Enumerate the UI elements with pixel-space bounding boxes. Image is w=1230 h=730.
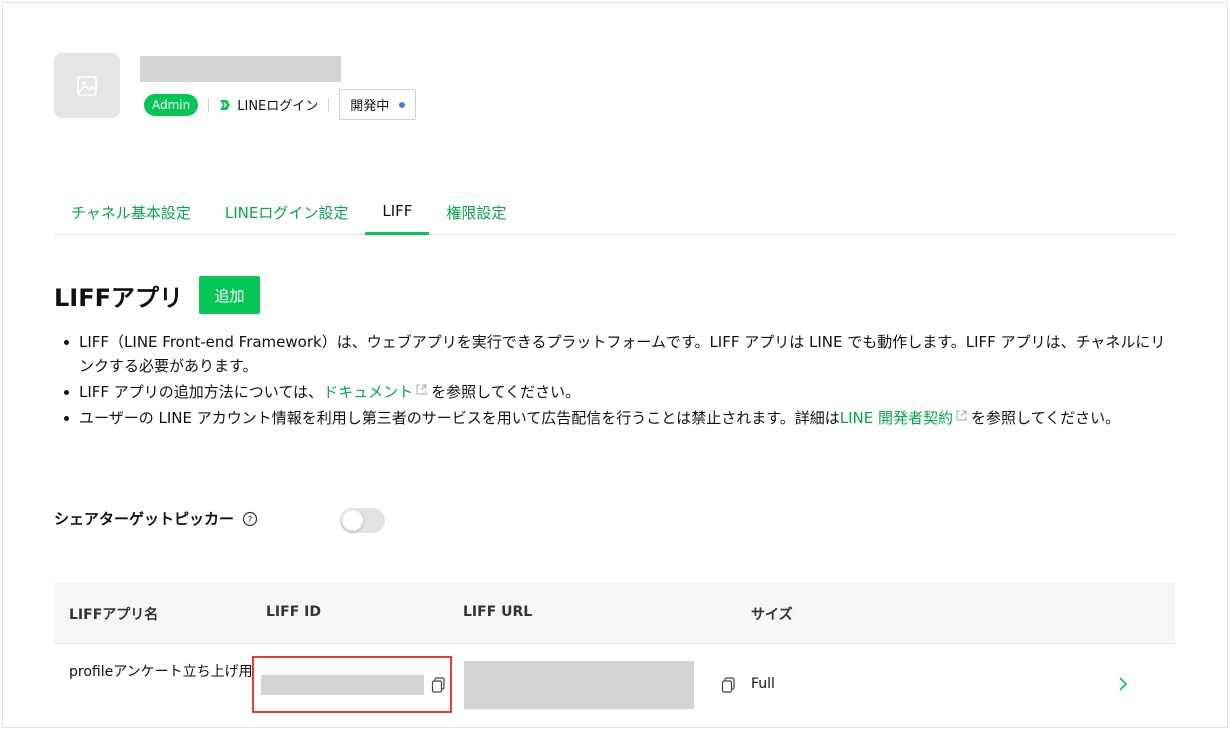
column-header-url: LIFF URL bbox=[463, 604, 533, 620]
tab-basic-settings[interactable]: チャネル基本設定 bbox=[54, 190, 208, 235]
divider bbox=[208, 97, 210, 112]
tab-permissions[interactable]: 権限設定 bbox=[429, 190, 523, 235]
channel-name-redacted bbox=[140, 56, 341, 82]
share-target-picker-label: シェアターゲットピッカー bbox=[54, 510, 235, 528]
note-text: LIFF アプリの追加方法については、 bbox=[79, 383, 324, 401]
column-header-name: LIFFアプリ名 bbox=[69, 607, 159, 623]
liff-app-name: profileアンケート立ち上げ用 bbox=[69, 664, 253, 680]
liff-id-redacted bbox=[261, 675, 424, 695]
note-text: LIFF（LINE Front-end Framework）は、ウェブアプリを実… bbox=[79, 333, 1166, 375]
add-liff-button[interactable]: 追加 bbox=[199, 276, 260, 314]
developer-agreement-link[interactable]: LINE 開発者契約 bbox=[840, 409, 953, 427]
external-link-icon bbox=[416, 384, 427, 395]
liff-table-header: LIFFアプリ名 LIFF ID LIFF URL サイズ bbox=[54, 583, 1175, 644]
liff-id-highlight bbox=[252, 656, 452, 713]
status-dot bbox=[399, 101, 406, 108]
table-row[interactable]: profileアンケート立ち上げ用 Full bbox=[54, 645, 1175, 729]
toggle-knob bbox=[342, 510, 363, 531]
svg-text:?: ? bbox=[248, 515, 253, 525]
help-icon[interactable]: ? bbox=[242, 511, 258, 527]
status-label: 開発中 bbox=[350, 99, 390, 114]
note-text: を参照してください。 bbox=[971, 409, 1121, 427]
channel-type-label: LINEログイン bbox=[237, 99, 319, 114]
external-link-icon bbox=[956, 410, 967, 421]
column-header-size: サイズ bbox=[751, 607, 793, 623]
note-item: LIFF（LINE Front-end Framework）は、ウェブアプリを実… bbox=[62, 330, 1172, 378]
channel-meta: Admin LINEログイン 開発中 bbox=[144, 89, 417, 120]
liff-notes: LIFF（LINE Front-end Framework）は、ウェブアプリを実… bbox=[62, 330, 1172, 432]
column-header-id: LIFF ID bbox=[266, 604, 321, 620]
note-item: ユーザーの LINE アカウント情報を利用し第三者のサービスを用いて広告配信を行… bbox=[62, 406, 1172, 430]
liff-url-redacted bbox=[464, 661, 694, 709]
chevron-right-icon[interactable] bbox=[1118, 676, 1128, 692]
channel-tabs: チャネル基本設定 LINEログイン設定 LIFF 権限設定 bbox=[54, 190, 1175, 235]
divider bbox=[328, 97, 330, 112]
tab-line-login-settings[interactable]: LINEログイン設定 bbox=[208, 190, 365, 235]
image-icon bbox=[77, 75, 97, 96]
login-arrow-icon bbox=[220, 99, 231, 110]
liff-size: Full bbox=[751, 676, 775, 692]
status-badge: 開発中 bbox=[339, 89, 417, 120]
channel-type: LINEログイン bbox=[219, 95, 318, 114]
channel-icon-placeholder bbox=[54, 53, 120, 118]
note-text: を参照してください。 bbox=[431, 383, 581, 401]
section-title: LIFFアプリ bbox=[54, 284, 184, 312]
copy-icon[interactable] bbox=[721, 677, 736, 693]
tab-liff[interactable]: LIFF bbox=[365, 190, 430, 235]
copy-icon[interactable] bbox=[431, 677, 446, 693]
documentation-link[interactable]: ドキュメント bbox=[323, 383, 413, 401]
share-target-picker-toggle[interactable] bbox=[340, 508, 385, 533]
role-badge: Admin bbox=[144, 93, 199, 116]
note-text: ユーザーの LINE アカウント情報を利用し第三者のサービスを用いて広告配信を行… bbox=[79, 409, 840, 427]
share-target-picker-row: シェアターゲットピッカー ? bbox=[54, 508, 385, 533]
note-item: LIFF アプリの追加方法については、ドキュメント を参照してください。 bbox=[62, 380, 1172, 404]
